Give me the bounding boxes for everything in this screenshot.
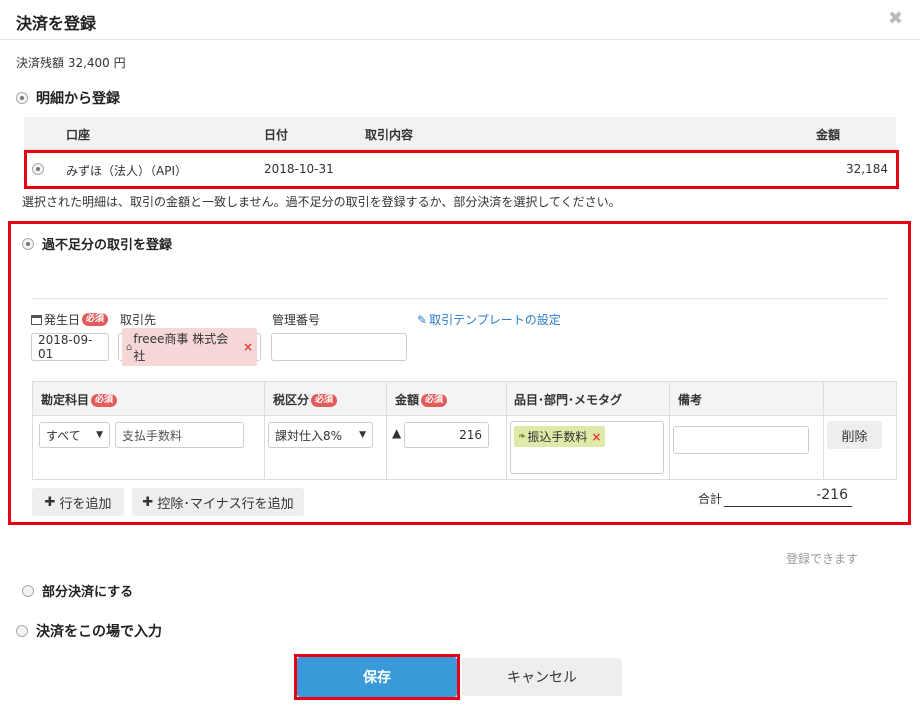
save-button-highlight [294, 654, 460, 700]
total-label: 合計 [698, 492, 723, 506]
dialog-title: 決済を登録 [16, 14, 97, 33]
grid-col-note: 備考 [678, 393, 703, 407]
col-date: 日付 [264, 128, 289, 142]
statement-row-highlight [24, 150, 899, 189]
required-badge: 必須 [421, 394, 448, 407]
option-manual-label: 決済をこの場で入力 [36, 624, 162, 640]
note-input[interactable] [673, 426, 809, 454]
mgmt-label: 管理番号 [272, 313, 321, 327]
grid-divider [264, 416, 265, 479]
total-value: -216 [724, 487, 852, 507]
edit-icon: ✎ [417, 312, 428, 327]
tax-value: 課対仕入8% [275, 428, 343, 443]
option-surplus[interactable]: 過不足分の取引を登録 [22, 234, 172, 253]
required-badge: 必須 [82, 313, 109, 326]
statement-table-header: 口座 日付 取引内容 金額 [24, 117, 896, 150]
chevron-down-icon: ▼ [359, 430, 366, 440]
radio-manual[interactable] [16, 625, 28, 637]
option-partial-label: 部分決済にする [42, 585, 134, 600]
partner-tag-remove-icon[interactable]: × [243, 340, 253, 354]
option-from-statement-label: 明細から登録 [36, 91, 120, 107]
required-badge: 必須 [311, 394, 338, 407]
balance-text: 決済残額 32,400 円 [16, 56, 126, 70]
partner-tag-text: freee商事 株式会社 [133, 332, 229, 363]
amount-input[interactable]: 216 [404, 422, 489, 448]
leaf-icon: ❧ [518, 431, 527, 442]
minus-sign-icon: ▲ [392, 426, 402, 440]
add-deduction-row-label: 控除･マイナス行を追加 [157, 496, 294, 512]
grid-divider [823, 416, 824, 479]
calendar-icon [31, 314, 42, 325]
template-settings-link[interactable]: ✎ 取引テンプレートの設定 [417, 311, 561, 328]
grid-col-items: 品目･部門･メモタグ [514, 393, 623, 407]
add-row-button[interactable]: ✚ 行を追加 [32, 488, 124, 516]
option-surplus-label: 過不足分の取引を登録 [42, 238, 173, 253]
radio-partial[interactable] [22, 584, 34, 597]
grid-col-account: 勘定科目 必須 [41, 391, 118, 408]
date-label-text: 発生日 [44, 313, 81, 327]
mismatch-notice: 選択された明細は、取引の金額と一致しません。過不足分の取引を登録するか、部分決済… [22, 195, 621, 209]
status-text: 登録できます [786, 552, 859, 566]
partner-tag[interactable]: ⌂ freee商事 株式会社 × [122, 328, 257, 366]
grid-divider [386, 416, 387, 479]
cancel-button[interactable]: キャンセル [462, 658, 622, 696]
grid-col-tax: 税区分 必須 [273, 391, 338, 408]
col-content: 取引内容 [365, 128, 414, 142]
account-input[interactable]: 支払手数料 [115, 422, 244, 448]
account-filter-value: すべて [46, 428, 81, 443]
partner-input[interactable]: ⌂ freee商事 株式会社 × [118, 328, 261, 366]
close-icon[interactable]: ✖ [888, 8, 903, 29]
date-label: 発生日 必須 [31, 311, 109, 328]
radio-surplus[interactable] [22, 237, 34, 250]
col-amount: 金額 [816, 128, 841, 142]
journal-grid-header: 勘定科目 必須 税区分 必須 金額 必須 品目･部門･メモタグ 備考 [32, 381, 897, 416]
header-divider [0, 39, 920, 40]
partner-label: 取引先 [120, 313, 157, 327]
plus-icon: ✚ [142, 494, 154, 510]
mgmt-number-input[interactable] [271, 333, 407, 361]
delete-row-button[interactable]: 削除 [827, 421, 882, 449]
option-partial[interactable]: 部分決済にする [22, 581, 133, 600]
grid-divider [386, 382, 387, 415]
chevron-down-icon: ▼ [96, 430, 103, 440]
items-tag-input[interactable]: ❧ 振込手数料 × [510, 421, 664, 474]
grid-divider [669, 382, 670, 415]
plus-icon: ✚ [44, 494, 56, 510]
grid-divider [506, 382, 507, 415]
required-badge: 必須 [91, 394, 118, 407]
item-tag[interactable]: ❧ 振込手数料 × [514, 426, 606, 447]
date-input[interactable]: 2018-09-01 [31, 333, 109, 361]
add-row-label: 行を追加 [59, 496, 112, 512]
item-tag-text: 振込手数料 [527, 430, 588, 444]
grid-col-amount-text: 金額 [395, 393, 420, 407]
account-filter-select[interactable]: すべて ▼ [39, 422, 110, 448]
surplus-divider [32, 298, 889, 299]
template-settings-link-text: 取引テンプレートの設定 [429, 313, 561, 327]
grid-divider [823, 382, 824, 415]
home-icon: ⌂ [126, 341, 133, 353]
grid-divider [669, 416, 670, 479]
col-account: 口座 [66, 128, 91, 142]
grid-col-tax-text: 税区分 [273, 393, 310, 407]
option-manual[interactable]: 決済をこの場で入力 [16, 621, 162, 641]
grid-divider [506, 416, 507, 479]
item-tag-remove-icon[interactable]: × [591, 430, 601, 444]
option-from-statement[interactable]: 明細から登録 [16, 88, 120, 108]
radio-from-statement[interactable] [16, 92, 28, 104]
tax-select[interactable]: 課対仕入8% ▼ [268, 422, 373, 448]
grid-col-account-text: 勘定科目 [41, 393, 90, 407]
grid-col-amount: 金額 必須 [395, 391, 448, 408]
add-deduction-row-button[interactable]: ✚ 控除･マイナス行を追加 [132, 488, 304, 516]
grid-divider [264, 382, 265, 415]
